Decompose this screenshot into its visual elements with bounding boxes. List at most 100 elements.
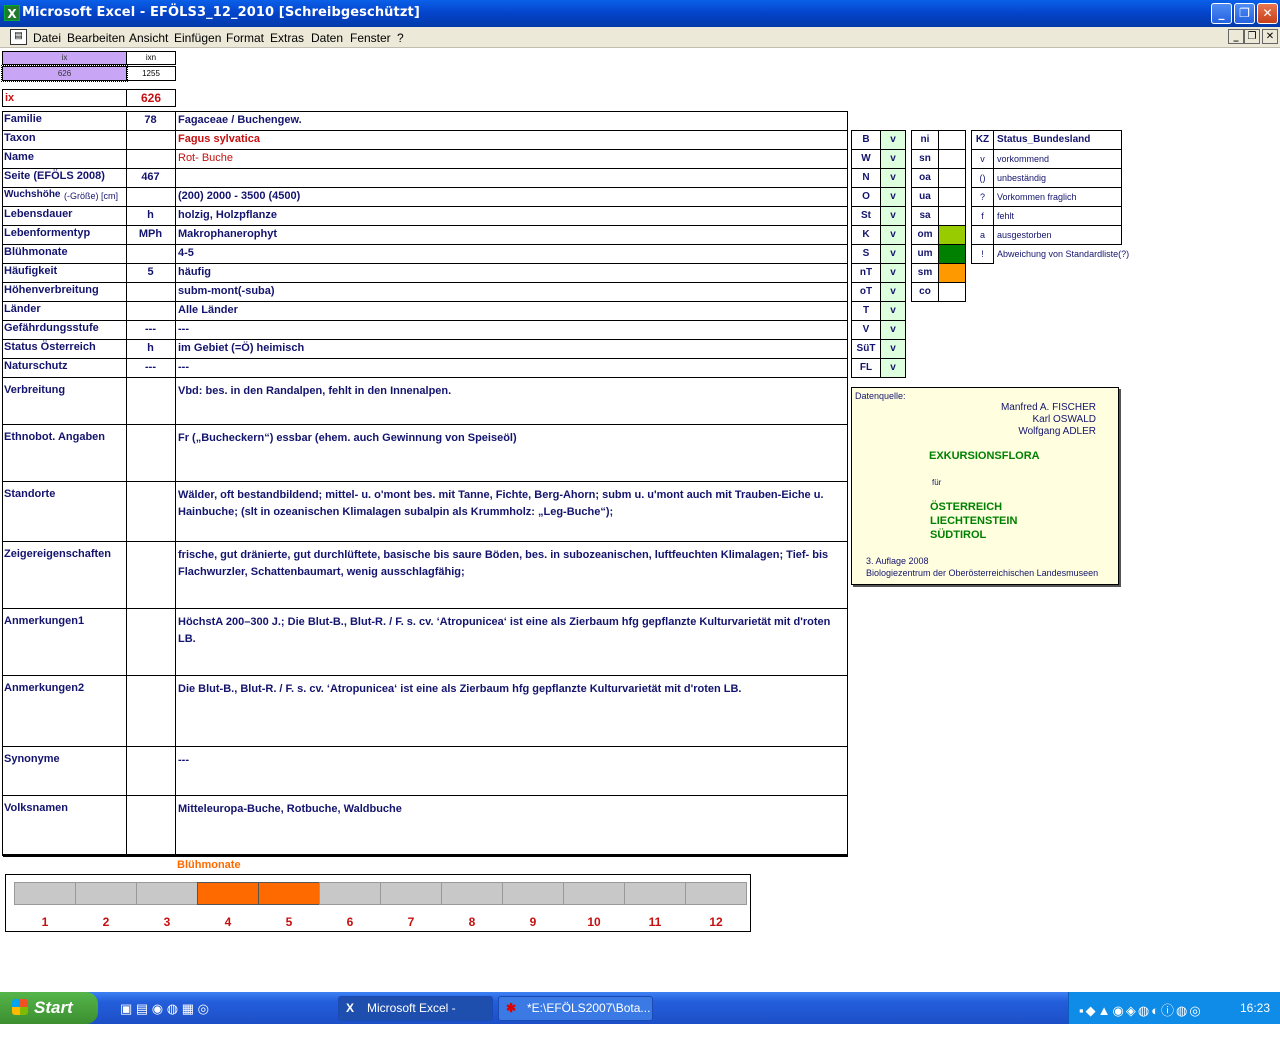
menu-daten[interactable]: Daten <box>311 31 343 45</box>
code-cell[interactable] <box>126 244 176 264</box>
legend-key[interactable]: v <box>971 149 994 169</box>
menu-bearbeiten[interactable]: Bearbeiten <box>67 31 125 45</box>
legend-text[interactable]: ausgestorben <box>993 225 1122 245</box>
close-button[interactable]: ✕ <box>1257 3 1278 24</box>
region-code[interactable]: oT <box>851 282 881 302</box>
legend-title[interactable]: Status_Bundesland <box>993 130 1122 150</box>
menu-einfuegen[interactable]: Einfügen <box>174 31 221 45</box>
code-cell[interactable] <box>126 377 176 425</box>
value-cell[interactable] <box>175 282 848 302</box>
region-status[interactable]: v <box>880 320 906 340</box>
legend-kz-header[interactable]: KZ <box>971 130 994 150</box>
ix-label-cell[interactable]: ix <box>2 89 127 107</box>
zone-fill[interactable] <box>938 130 966 150</box>
minimize-button[interactable]: _ <box>1211 3 1232 24</box>
region-code[interactable]: FL <box>851 358 881 378</box>
zone-fill[interactable] <box>938 282 966 302</box>
ix-value-cell[interactable]: 626 <box>1 65 128 82</box>
ixn-value-cell[interactable]: 1255 <box>126 66 176 81</box>
value-cell[interactable] <box>175 358 848 378</box>
zone-fill[interactable] <box>938 244 966 264</box>
doc-minimize-button[interactable]: _ <box>1228 29 1244 44</box>
code-cell[interactable] <box>126 675 176 747</box>
zone-fill[interactable] <box>938 149 966 169</box>
code-cell[interactable] <box>126 746 176 796</box>
menu-help[interactable]: ? <box>397 31 404 45</box>
legend-text[interactable]: vorkommend <box>993 149 1122 169</box>
region-code[interactable]: B <box>851 130 881 150</box>
start-button[interactable]: Start <box>0 992 98 1024</box>
region-code[interactable]: V <box>851 320 881 340</box>
zone-code[interactable]: sm <box>911 263 939 283</box>
code-cell[interactable] <box>126 282 176 302</box>
code-cell[interactable] <box>126 795 176 856</box>
code-cell[interactable] <box>126 481 176 542</box>
zone-code[interactable]: ni <box>911 130 939 150</box>
worksheet[interactable]: ix ixn 626 1255 ix 626 Familie 78 Fagaceae… <box>0 48 1280 990</box>
legend-key[interactable]: () <box>971 168 994 188</box>
legend-text[interactable]: fehlt <box>993 206 1122 226</box>
zone-code[interactable]: um <box>911 244 939 264</box>
value-cell[interactable] <box>175 168 848 188</box>
zone-fill[interactable] <box>938 263 966 283</box>
legend-text[interactable]: Abweichung von Standardliste(?) <box>993 244 1129 264</box>
zone-code[interactable]: ua <box>911 187 939 207</box>
code-cell[interactable] <box>126 608 176 676</box>
value-cell[interactable] <box>175 149 848 169</box>
taskbar-excel-button[interactable]: X Microsoft Excel - EFÖ... <box>338 996 493 1038</box>
excel-app-icon[interactable]: X <box>4 5 20 21</box>
region-status[interactable]: v <box>880 168 906 188</box>
region-code[interactable]: nT <box>851 263 881 283</box>
region-code[interactable]: O <box>851 187 881 207</box>
region-code[interactable]: S <box>851 244 881 264</box>
region-code[interactable]: SüT <box>851 339 881 359</box>
legend-text[interactable]: Vorkommen fraglich <box>993 187 1122 207</box>
zone-code[interactable]: om <box>911 225 939 245</box>
region-status[interactable]: v <box>880 206 906 226</box>
menu-extras[interactable]: Extras <box>270 31 304 45</box>
value-cell[interactable] <box>175 130 848 150</box>
legend-key[interactable]: f <box>971 206 994 226</box>
region-status[interactable]: v <box>880 339 906 359</box>
zone-fill[interactable] <box>938 225 966 245</box>
maximize-button[interactable]: ❐ <box>1234 3 1255 24</box>
ix-header-cell[interactable]: ix <box>2 51 127 65</box>
code-cell[interactable] <box>126 301 176 321</box>
ixn-header-cell[interactable]: ixn <box>126 51 176 65</box>
region-status[interactable]: v <box>880 187 906 207</box>
region-status[interactable]: v <box>880 301 906 321</box>
zone-fill[interactable] <box>938 168 966 188</box>
legend-text[interactable]: unbeständig <box>993 168 1122 188</box>
zone-code[interactable]: sn <box>911 149 939 169</box>
tray-icons[interactable]: ▪◆▲◉◈◍◐ⓘ◍◎ <box>1079 1000 1203 1019</box>
ix-big-value[interactable]: 626 <box>126 89 176 107</box>
region-code[interactable]: St <box>851 206 881 226</box>
region-status[interactable]: v <box>880 130 906 150</box>
region-status[interactable]: v <box>880 358 906 378</box>
menu-fenster[interactable]: Fenster <box>350 31 391 45</box>
value-cell[interactable] <box>175 244 848 264</box>
region-code[interactable]: K <box>851 225 881 245</box>
code-cell[interactable] <box>126 130 176 150</box>
code-cell[interactable] <box>126 541 176 609</box>
region-code[interactable]: T <box>851 301 881 321</box>
zone-code[interactable]: oa <box>911 168 939 188</box>
menu-datei[interactable]: Datei <box>33 31 61 45</box>
legend-key[interactable]: ? <box>971 187 994 207</box>
region-status[interactable]: v <box>880 244 906 264</box>
legend-key[interactable]: a <box>971 225 994 245</box>
region-code[interactable]: W <box>851 149 881 169</box>
legend-key[interactable]: ! <box>971 244 994 264</box>
zone-fill[interactable] <box>938 206 966 226</box>
zone-code[interactable]: sa <box>911 206 939 226</box>
region-status[interactable]: v <box>880 263 906 283</box>
menu-ansicht[interactable]: Ansicht <box>129 31 168 45</box>
region-status[interactable]: v <box>880 149 906 169</box>
code-cell[interactable] <box>126 187 176 207</box>
region-code[interactable]: N <box>851 168 881 188</box>
code-cell[interactable] <box>126 424 176 482</box>
doc-close-button[interactable]: ✕ <box>1262 29 1278 44</box>
document-icon[interactable]: ▤ <box>10 29 27 45</box>
doc-restore-button[interactable]: ❐ <box>1244 29 1260 44</box>
value-cell[interactable] <box>175 320 848 340</box>
